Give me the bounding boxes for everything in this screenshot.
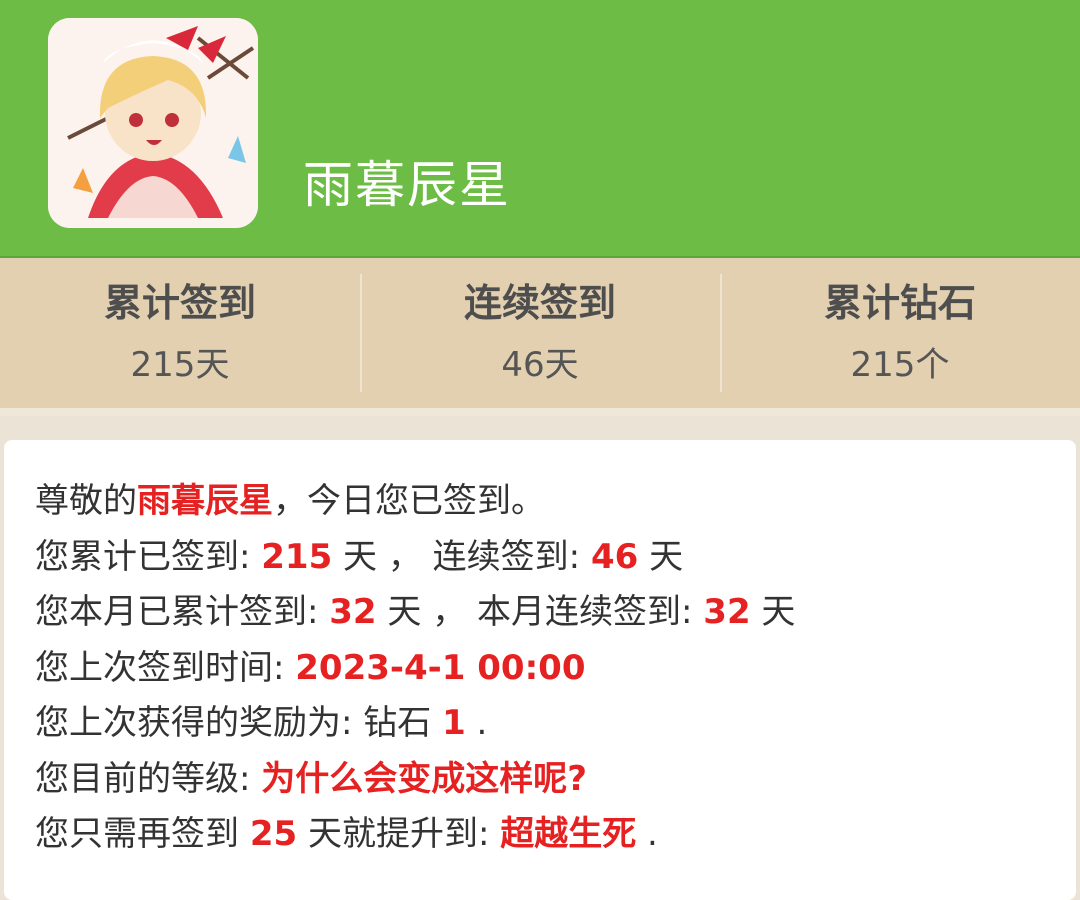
streak-label: 天 ， 连续签到: (332, 536, 591, 577)
current-level-label: 您目前的等级: (35, 758, 262, 799)
greeting-suffix: ，今日您已签到。 (273, 481, 545, 521)
month-checkin-line: 您本月已累计签到: 32 天 ， 本月连续签到: 32 天 (35, 585, 795, 641)
profile-header: 雨暮辰星 (0, 0, 1080, 258)
stat-total-checkins: 累计签到 215天 (0, 258, 360, 408)
streak-days: 46 (590, 536, 639, 577)
stat-title: 累计签到 (103, 281, 256, 325)
stat-value: 215个 (850, 345, 950, 385)
greeting-prefix: 尊敬的 (35, 481, 137, 521)
stats-bar: 累计签到 215天 连续签到 46天 累计钻石 215个 (0, 258, 1080, 408)
last-checkin-time: 2023-4-1 00:00 (295, 647, 586, 688)
next-level-name: 超越生死 (500, 814, 637, 854)
last-checkin-time-line: 您上次签到时间: 2023-4-1 00:00 (35, 641, 795, 697)
anime-character-avatar-icon (48, 18, 258, 228)
total-checkin-label: 您累计已签到: (35, 536, 262, 577)
divider (0, 408, 1080, 416)
next-level-label: 您只需再签到 (35, 814, 250, 854)
stat-value: 46天 (501, 345, 579, 385)
month-total-label: 您本月已累计签到: (35, 592, 330, 632)
greeting-username: 雨暮辰星 (137, 481, 273, 521)
stat-title: 连续签到 (463, 281, 616, 325)
next-level-line: 您只需再签到 25 天就提升到: 超越生死 . (35, 807, 795, 863)
days-unit: 天 (638, 536, 684, 577)
stat-title: 累计钻石 (823, 281, 976, 325)
total-checkin-line: 您累计已签到: 215 天 ， 连续签到: 46 天 (35, 530, 795, 586)
stat-value: 215天 (130, 345, 230, 385)
last-reward-line: 您上次获得的奖励为: 钻石 1 . (35, 696, 795, 752)
days-to-next-level: 25 (249, 814, 298, 854)
days-unit: 天 (750, 592, 796, 632)
current-level-name: 为什么会变成这样呢? (261, 758, 587, 799)
stat-consecutive-checkins: 连续签到 46天 (360, 258, 720, 408)
username: 雨暮辰星 (303, 156, 511, 214)
month-streak-label: 天 ， 本月连续签到: (376, 592, 704, 632)
current-level-line: 您目前的等级: 为什么会变成这样呢? (35, 752, 795, 808)
stat-total-diamonds: 累计钻石 215个 (720, 258, 1080, 408)
period: . (636, 814, 658, 854)
month-streak-days: 32 (703, 592, 751, 632)
avatar[interactable] (48, 18, 258, 228)
next-level-mid-label: 天就提升到: (297, 814, 501, 854)
last-reward-label: 您上次获得的奖励为: 钻石 (35, 703, 443, 743)
checkin-info-card: 尊敬的雨暮辰星，今日您已签到。 您累计已签到: 215 天 ， 连续签到: 46… (4, 440, 1076, 900)
period: . (465, 703, 488, 743)
last-checkin-label: 您上次签到时间: (35, 647, 296, 688)
month-total-days: 32 (329, 592, 377, 632)
greeting-line: 尊敬的雨暮辰星，今日您已签到。 (35, 474, 795, 530)
last-reward-amount: 1 (442, 703, 466, 743)
total-checkin-days: 215 (261, 536, 333, 577)
